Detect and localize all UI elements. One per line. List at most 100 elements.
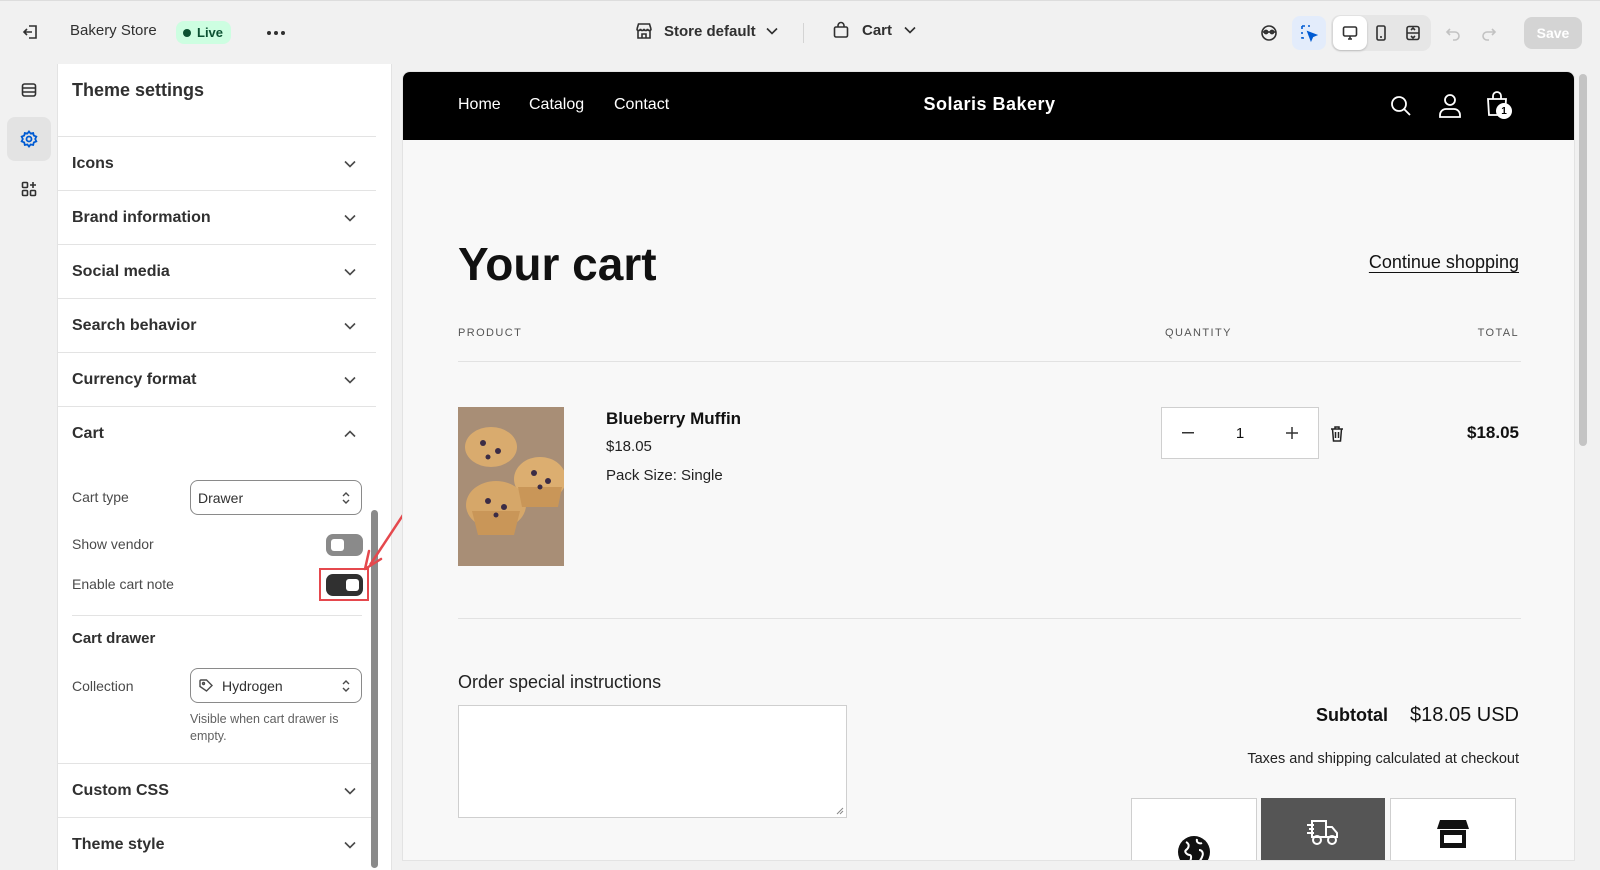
cart-type-label: Cart type — [72, 489, 129, 505]
storefront-icon — [636, 23, 652, 39]
cart-type-value: Drawer — [198, 489, 244, 506]
tax-note: Taxes and shipping calculated at checkou… — [1247, 751, 1519, 767]
live-badge: Live — [176, 21, 232, 44]
desktop-view-icon[interactable] — [1333, 16, 1367, 50]
show-vendor-label: Show vendor — [72, 536, 154, 552]
theme-settings-icon[interactable] — [7, 117, 51, 161]
section-theme-style[interactable]: Theme style — [58, 817, 376, 870]
minus-icon[interactable] — [1182, 432, 1194, 434]
globe-icon — [1178, 836, 1210, 860]
collection-select[interactable]: Hydrogen — [190, 668, 362, 703]
section-search-behavior[interactable]: Search behavior — [58, 298, 376, 352]
delivery-truck-icon — [1307, 820, 1338, 845]
account-icon[interactable] — [1438, 93, 1462, 119]
select-arrows-icon — [342, 491, 350, 504]
exit-icon[interactable] — [14, 15, 48, 49]
cart-note-toggle[interactable] — [326, 574, 363, 596]
select-element-icon[interactable] — [1292, 16, 1326, 50]
toggle-knob — [346, 579, 359, 591]
shipping-option-international[interactable] — [1131, 798, 1257, 860]
section-currency-format[interactable]: Currency format — [58, 352, 376, 406]
undo-icon[interactable] — [1436, 16, 1470, 50]
save-button[interactable]: Save — [1524, 17, 1582, 49]
mobile-view-icon[interactable] — [1364, 16, 1398, 50]
full-width-icon[interactable] — [1396, 16, 1430, 50]
quantity-stepper[interactable]: 1 — [1161, 407, 1319, 459]
live-badge-label: Live — [197, 25, 224, 40]
section-label: Custom CSS — [72, 781, 169, 799]
section-custom-css[interactable]: Custom CSS — [58, 763, 376, 817]
toggle-knob — [331, 539, 344, 551]
subtotal-row: Subtotal $18.05 USD — [1316, 704, 1519, 727]
inspector-icon[interactable] — [1252, 16, 1286, 50]
collection-value: Hydrogen — [222, 677, 283, 694]
show-vendor-toggle[interactable] — [326, 534, 363, 556]
chevron-down-icon — [344, 841, 356, 849]
section-social-media[interactable]: Social media — [58, 244, 376, 298]
cart-note-label: Enable cart note — [72, 576, 174, 592]
instructions-label: Order special instructions — [458, 672, 662, 692]
subtotal-label: Subtotal — [1316, 705, 1389, 725]
subtotal-value: $18.05 USD — [1410, 704, 1519, 726]
chevron-down-icon — [344, 322, 356, 330]
column-header-total: TOTAL — [1477, 327, 1519, 339]
storefront-preview: Home Catalog Contact Solaris Bakery 1 Yo… — [402, 71, 1575, 861]
chevron-down-icon — [344, 214, 356, 222]
divider — [458, 618, 1521, 619]
chevron-down-icon — [344, 787, 356, 795]
chevron-up-icon — [344, 429, 356, 437]
collection-help-text: Visible when cart drawer is empty. — [190, 712, 339, 743]
tag-icon — [199, 678, 213, 692]
section-label: Theme style — [72, 835, 165, 853]
cart-button[interactable]: 1 — [1485, 90, 1519, 124]
search-icon[interactable] — [1389, 94, 1413, 118]
page-title: Your cart — [458, 238, 657, 290]
status-dot-icon — [183, 28, 191, 37]
top-bar: Bakery Store Live Store default Cart Sav… — [0, 0, 1600, 64]
instructions-textarea[interactable] — [458, 705, 847, 818]
sections-icon[interactable] — [12, 73, 46, 107]
store-selector[interactable]: Store default — [634, 21, 778, 41]
chevron-down-icon — [344, 160, 356, 168]
quantity-value[interactable]: 1 — [1236, 425, 1244, 442]
chevron-down-icon — [344, 376, 356, 384]
select-arrows-icon — [342, 679, 350, 692]
column-header-product: PRODUCT — [458, 327, 523, 339]
collection-label: Collection — [72, 678, 134, 694]
more-actions-icon[interactable] — [259, 16, 293, 50]
redo-icon[interactable] — [1472, 16, 1506, 50]
trash-icon[interactable] — [1329, 425, 1345, 443]
plus-icon[interactable] — [1286, 427, 1298, 439]
shipping-option-pickup[interactable] — [1390, 798, 1516, 860]
muffin-photo-icon — [458, 407, 564, 566]
section-label: Brand information — [72, 208, 211, 226]
cart-type-select[interactable]: Drawer — [190, 480, 362, 515]
section-label: Social media — [72, 262, 170, 280]
section-label: Icons — [72, 154, 114, 172]
store-name: Bakery Store — [70, 22, 157, 39]
section-brand-information[interactable]: Brand information — [58, 190, 376, 244]
cart-drawer-heading: Cart drawer — [72, 630, 156, 647]
section-cart[interactable]: Cart — [58, 406, 376, 460]
store-selector-label: Store default — [664, 22, 756, 40]
preview-scrollbar[interactable] — [1579, 74, 1587, 446]
product-name[interactable]: Blueberry Muffin — [606, 409, 741, 429]
chevron-down-icon — [904, 26, 916, 34]
product-image[interactable] — [458, 407, 564, 566]
line-total: $18.05 — [1467, 423, 1519, 442]
section-icons[interactable]: Icons — [58, 136, 376, 190]
section-label: Currency format — [72, 370, 197, 388]
store-pickup-icon — [1437, 820, 1469, 848]
theme-settings-panel: Theme settings Icons Brand information S… — [58, 64, 392, 870]
divider — [458, 361, 1521, 362]
page-selector[interactable]: Cart — [832, 21, 916, 39]
store-header: Home Catalog Contact Solaris Bakery 1 — [403, 72, 1574, 140]
apps-icon[interactable] — [12, 172, 46, 206]
divider — [803, 23, 804, 43]
cart-count-badge: 1 — [1496, 103, 1512, 119]
product-price: $18.05 — [606, 438, 652, 455]
resize-handle-icon[interactable] — [836, 807, 844, 815]
shipping-option-delivery[interactable] — [1261, 798, 1385, 860]
continue-shopping-link[interactable]: Continue shopping — [1369, 252, 1519, 273]
chevron-down-icon — [766, 27, 778, 35]
